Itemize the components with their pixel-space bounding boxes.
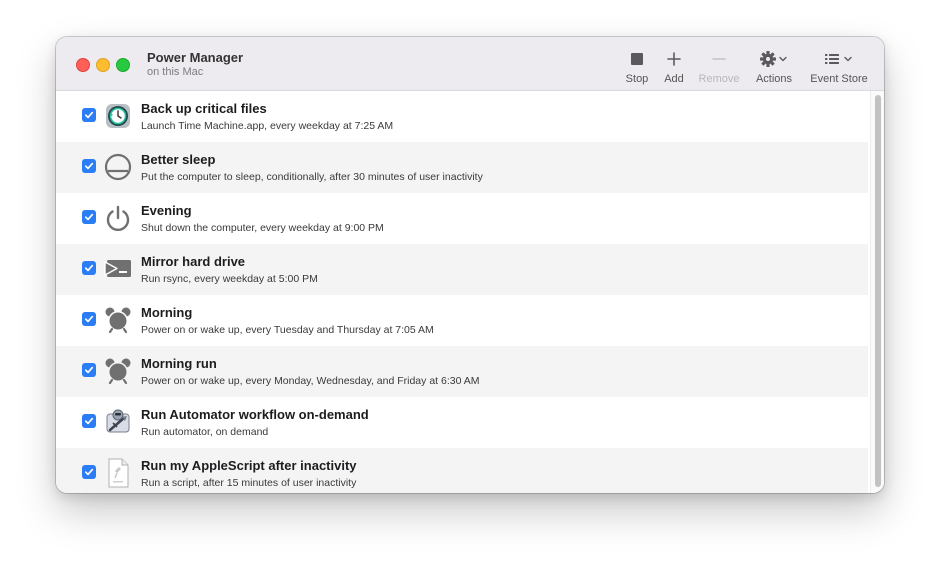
event-row[interactable]: Evening Shut down the computer, every we…	[56, 193, 868, 244]
automator-icon	[104, 407, 132, 437]
enabled-checkbox[interactable]	[82, 108, 96, 122]
close-window-button[interactable]	[76, 58, 90, 72]
event-title: Evening	[141, 203, 192, 218]
time-machine-icon	[104, 101, 132, 131]
stop-label: Stop	[625, 73, 649, 85]
event-title: Run Automator workflow on-demand	[141, 407, 369, 422]
event-title: Better sleep	[141, 152, 216, 167]
event-description: Put the computer to sleep, conditionally…	[141, 171, 483, 183]
alarm-clock-icon	[104, 356, 132, 386]
event-title: Run my AppleScript after inactivity	[141, 458, 357, 473]
checkmark-icon	[84, 111, 94, 119]
power-icon	[104, 203, 132, 233]
event-store-label: Event Store	[810, 73, 868, 85]
enabled-checkbox[interactable]	[82, 414, 96, 428]
event-description: Run automator, on demand	[141, 426, 269, 438]
add-button[interactable]: Add	[659, 49, 689, 85]
title-bar: Power Manager on this Mac Stop Add Remov…	[56, 37, 884, 91]
scrollbar-thumb[interactable]	[875, 95, 881, 487]
event-title: Morning	[141, 305, 193, 320]
app-window: Power Manager on this Mac Stop Add Remov…	[56, 37, 884, 493]
gear-icon	[760, 51, 787, 67]
event-row[interactable]: Run Automator workflow on-demand Run aut…	[56, 397, 868, 448]
event-row[interactable]: Back up critical files Launch Time Machi…	[56, 91, 868, 142]
checkmark-icon	[84, 366, 94, 374]
alarm-clock-icon	[104, 305, 132, 335]
event-row[interactable]: Morning run Power on or wake up, every M…	[56, 346, 868, 397]
zoom-window-button[interactable]	[116, 58, 130, 72]
sleep-icon	[104, 152, 132, 182]
stop-icon	[622, 49, 652, 69]
remove-label: Remove	[698, 73, 740, 85]
minimize-window-button[interactable]	[96, 58, 110, 72]
enabled-checkbox[interactable]	[82, 363, 96, 377]
checkmark-icon	[84, 417, 94, 425]
checkmark-icon	[84, 264, 94, 272]
enabled-checkbox[interactable]	[82, 159, 96, 173]
remove-button[interactable]: Remove	[696, 49, 742, 85]
event-store-icon-group	[808, 49, 870, 69]
checkmark-icon	[84, 213, 94, 221]
actions-icon-group	[752, 49, 796, 69]
window-title: Power Manager	[147, 50, 244, 65]
event-row[interactable]: Morning Power on or wake up, every Tuesd…	[56, 295, 868, 346]
checkmark-icon	[84, 315, 94, 323]
minus-icon	[696, 49, 742, 69]
event-description: Launch Time Machine.app, every weekday a…	[141, 120, 394, 132]
enabled-checkbox[interactable]	[82, 261, 96, 275]
event-row[interactable]: Better sleep Put the computer to sleep, …	[56, 142, 868, 193]
chevron-down-icon	[779, 56, 787, 62]
stop-button[interactable]: Stop	[622, 49, 652, 85]
event-store-menu-button[interactable]: Event Store	[808, 49, 870, 85]
actions-menu-button[interactable]: Actions	[752, 49, 796, 85]
terminal-icon	[104, 254, 132, 284]
event-title: Mirror hard drive	[141, 254, 246, 269]
enabled-checkbox[interactable]	[82, 312, 96, 326]
vertical-scrollbar[interactable]	[870, 91, 884, 493]
list-icon	[825, 54, 852, 64]
checkmark-icon	[84, 162, 94, 170]
event-row[interactable]: Mirror hard drive Run rsync, every weekd…	[56, 244, 868, 295]
event-description: Run a script, after 15 minutes of user i…	[141, 477, 357, 489]
plus-icon	[659, 49, 689, 69]
enabled-checkbox[interactable]	[82, 210, 96, 224]
chevron-down-icon	[844, 56, 852, 62]
applescript-file-icon	[104, 458, 132, 488]
event-description: Run rsync, every weekday at 5:00 PM	[141, 273, 318, 285]
actions-label: Actions	[755, 73, 793, 85]
add-label: Add	[664, 73, 684, 85]
window-subtitle: on this Mac	[147, 66, 204, 78]
event-list: Back up critical files Launch Time Machi…	[56, 91, 884, 493]
event-description: Power on or wake up, every Tuesday and T…	[141, 324, 434, 336]
event-description: Shut down the computer, every weekday at…	[141, 222, 384, 234]
enabled-checkbox[interactable]	[82, 465, 96, 479]
event-title: Back up critical files	[141, 101, 267, 116]
event-description: Power on or wake up, every Monday, Wedne…	[141, 375, 480, 387]
event-title: Morning run	[141, 356, 217, 371]
checkmark-icon	[84, 468, 94, 476]
event-row[interactable]: Run my AppleScript after inactivity Run …	[56, 448, 868, 493]
